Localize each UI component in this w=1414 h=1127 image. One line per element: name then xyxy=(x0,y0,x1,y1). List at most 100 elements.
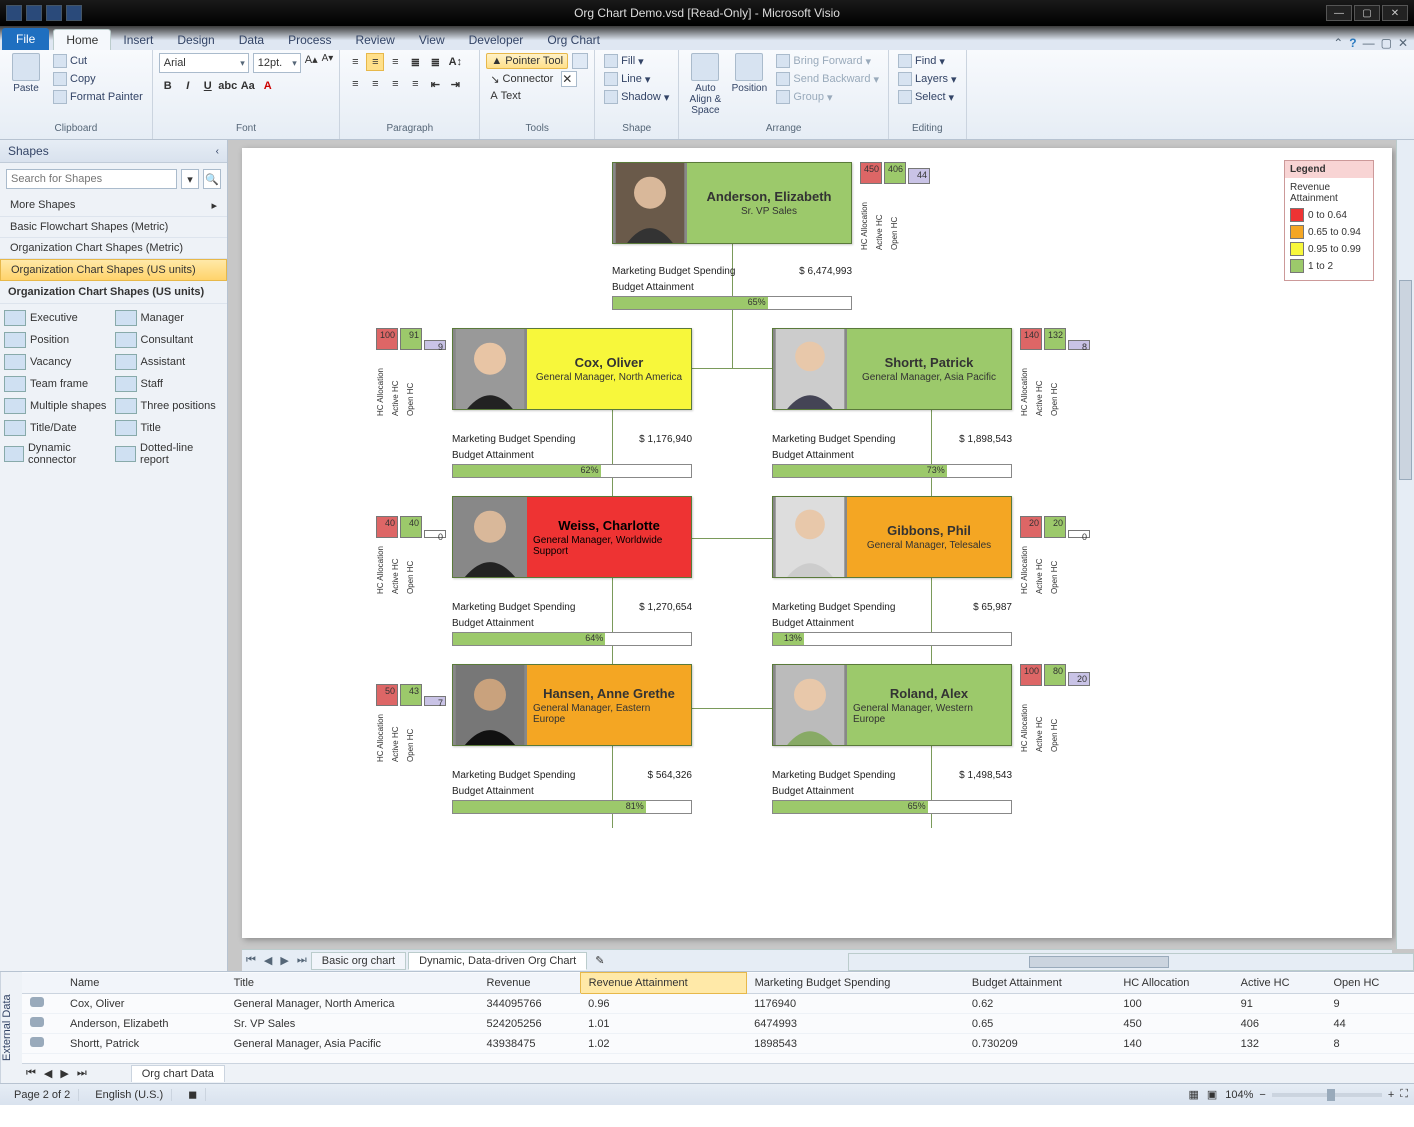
data-cell[interactable]: 0.65 xyxy=(964,1014,1115,1034)
align-center-button[interactable]: ≡ xyxy=(366,75,384,93)
zoom-out-icon[interactable]: − xyxy=(1259,1089,1265,1101)
format-painter-button[interactable]: Format Painter xyxy=(50,89,146,105)
data-cell[interactable]: Sr. VP Sales xyxy=(226,1014,479,1034)
tab-orgchart[interactable]: Org Chart xyxy=(535,30,612,50)
sheet-nav-prev-icon[interactable]: ◀ xyxy=(260,954,276,967)
italic-button[interactable]: I xyxy=(179,77,197,95)
align-mid-button[interactable]: ≡ xyxy=(366,53,384,71)
sheet-nav-first-icon[interactable]: ⏮ xyxy=(242,954,260,967)
tab-data[interactable]: Data xyxy=(227,30,276,50)
org-card-shortt[interactable]: Shortt, PatrickGeneral Manager, Asia Pac… xyxy=(772,328,1012,410)
more-shapes-row[interactable]: More Shapes▸ xyxy=(0,195,227,217)
indent-inc-button[interactable]: ⇥ xyxy=(446,75,464,93)
font-family-combo[interactable]: Arial xyxy=(159,53,249,73)
sheet-nav-next-icon[interactable]: ▶ xyxy=(276,954,292,967)
data-tab[interactable]: Org chart Data xyxy=(131,1065,225,1082)
data-cell[interactable]: General Manager, North America xyxy=(226,994,479,1014)
window-min-icon[interactable]: — xyxy=(1363,36,1375,50)
sheet-tab-active[interactable]: Dynamic, Data-driven Org Chart xyxy=(408,952,587,970)
data-row[interactable]: Shortt, PatrickGeneral Manager, Asia Pac… xyxy=(22,1034,1414,1054)
stencil-item[interactable]: Executive xyxy=(4,310,113,326)
search-icon[interactable]: 🔍 xyxy=(203,169,221,189)
shapes-search-input[interactable] xyxy=(6,169,177,189)
data-nav-prev-icon[interactable]: ◀ xyxy=(40,1067,56,1080)
auto-align-button[interactable]: Auto Align & Space xyxy=(685,53,725,116)
bullets-button[interactable]: ≣ xyxy=(406,53,424,71)
select-button[interactable]: Select ▾ xyxy=(895,89,960,105)
align-bot-button[interactable]: ≡ xyxy=(386,53,404,71)
connector[interactable] xyxy=(732,244,733,324)
sheet-nav-last-icon[interactable]: ⏭ xyxy=(293,954,311,967)
fill-button[interactable]: Fill ▾ xyxy=(601,53,672,69)
col-header[interactable]: Revenue xyxy=(479,973,581,994)
org-card-gibbons[interactable]: Gibbons, PhilGeneral Manager, Telesales xyxy=(772,496,1012,578)
data-cell[interactable]: 1.01 xyxy=(580,1014,746,1034)
data-cell[interactable]: 0.96 xyxy=(580,994,746,1014)
help-icon[interactable]: ? xyxy=(1349,36,1356,50)
macro-record-icon[interactable]: ◼ xyxy=(180,1088,206,1101)
tab-review[interactable]: Review xyxy=(343,30,406,50)
tab-view[interactable]: View xyxy=(407,30,457,50)
data-nav-next-icon[interactable]: ▶ xyxy=(56,1067,72,1080)
col-header[interactable]: Marketing Budget Spending xyxy=(746,973,964,994)
col-header[interactable]: Active HC xyxy=(1233,973,1326,994)
data-cell[interactable]: 406 xyxy=(1233,1014,1326,1034)
data-cell[interactable]: 0.730209 xyxy=(964,1034,1115,1054)
copy-button[interactable]: Copy xyxy=(50,71,146,87)
dropdown-icon[interactable]: ▾ xyxy=(181,169,199,189)
line-button[interactable]: Line ▾ xyxy=(601,71,672,87)
zoom-in-icon[interactable]: + xyxy=(1388,1089,1394,1101)
font-color-button[interactable]: A xyxy=(259,77,277,95)
data-cell[interactable]: Cox, Oliver xyxy=(62,994,226,1014)
stencil-item[interactable]: Dynamic connector xyxy=(4,442,113,466)
numbers-button[interactable]: ≣ xyxy=(426,53,444,71)
sheet-tab[interactable]: Basic org chart xyxy=(311,952,406,970)
org-card-anderson[interactable]: Anderson, ElizabethSr. VP Sales xyxy=(612,162,852,244)
group-button[interactable]: Group ▾ xyxy=(773,89,882,105)
vertical-scrollbar[interactable] xyxy=(1396,140,1414,949)
data-cell[interactable]: 0.62 xyxy=(964,994,1115,1014)
col-header-selected[interactable]: Revenue Attainment xyxy=(580,973,746,994)
tab-process[interactable]: Process xyxy=(276,30,343,50)
collapse-icon[interactable]: ‹ xyxy=(216,146,219,157)
data-cell[interactable]: 1898543 xyxy=(746,1034,964,1054)
data-cell[interactable]: 1.02 xyxy=(580,1034,746,1054)
data-cell[interactable]: General Manager, Asia Pacific xyxy=(226,1034,479,1054)
external-data-label[interactable]: External Data xyxy=(0,972,22,1083)
data-nav-first-icon[interactable]: ⏮ xyxy=(22,1067,40,1080)
data-cell[interactable]: Anderson, Elizabeth xyxy=(62,1014,226,1034)
connector-tool-button[interactable]: ↘Connector xyxy=(486,72,557,87)
stencil-item[interactable]: Manager xyxy=(115,310,224,326)
data-cell[interactable]: 1176940 xyxy=(746,994,964,1014)
data-cell[interactable]: 8 xyxy=(1325,1034,1414,1054)
align-left-button[interactable]: ≡ xyxy=(346,75,364,93)
org-card-weiss[interactable]: Weiss, CharlotteGeneral Manager, Worldwi… xyxy=(452,496,692,578)
text-tool-button[interactable]: AText xyxy=(486,89,525,103)
org-card-cox[interactable]: Cox, OliverGeneral Manager, North Americ… xyxy=(452,328,692,410)
data-cell[interactable]: 6474993 xyxy=(746,1014,964,1034)
scrollbar-thumb[interactable] xyxy=(1029,956,1169,968)
horizontal-scrollbar[interactable] xyxy=(848,953,1414,971)
drawing-page[interactable]: Legend Revenue Attainment 0 to 0.64 0.65… xyxy=(242,148,1392,938)
stencil-item[interactable]: Multiple shapes xyxy=(4,398,113,414)
data-cell[interactable]: Shortt, Patrick xyxy=(62,1034,226,1054)
indent-dec-button[interactable]: ⇤ xyxy=(426,75,444,93)
new-sheet-icon[interactable]: ✎ xyxy=(595,954,604,967)
paste-button[interactable]: Paste xyxy=(6,53,46,94)
data-cell[interactable]: 100 xyxy=(1115,994,1232,1014)
underline-button[interactable]: U xyxy=(199,77,217,95)
data-cell[interactable]: 140 xyxy=(1115,1034,1232,1054)
bold-button[interactable]: B xyxy=(159,77,177,95)
data-row[interactable]: Cox, OliverGeneral Manager, North Americ… xyxy=(22,994,1414,1014)
freeform-tool-button[interactable]: ✕ xyxy=(561,71,577,87)
shapes-pane-header[interactable]: Shapes‹ xyxy=(0,140,227,163)
stencil-category[interactable]: Basic Flowchart Shapes (Metric) xyxy=(0,217,227,238)
scrollbar-thumb[interactable] xyxy=(1399,280,1412,480)
bring-forward-button[interactable]: Bring Forward ▾ xyxy=(773,53,882,69)
stencil-item[interactable]: Title/Date xyxy=(4,420,113,436)
stencil-item[interactable]: Dotted-line report xyxy=(115,442,224,466)
tab-insert[interactable]: Insert xyxy=(111,30,165,50)
pointer-tool-button[interactable]: ▲Pointer Tool xyxy=(486,53,568,69)
align-top-button[interactable]: ≡ xyxy=(346,53,364,71)
data-row[interactable]: Anderson, ElizabethSr. VP Sales524205256… xyxy=(22,1014,1414,1034)
